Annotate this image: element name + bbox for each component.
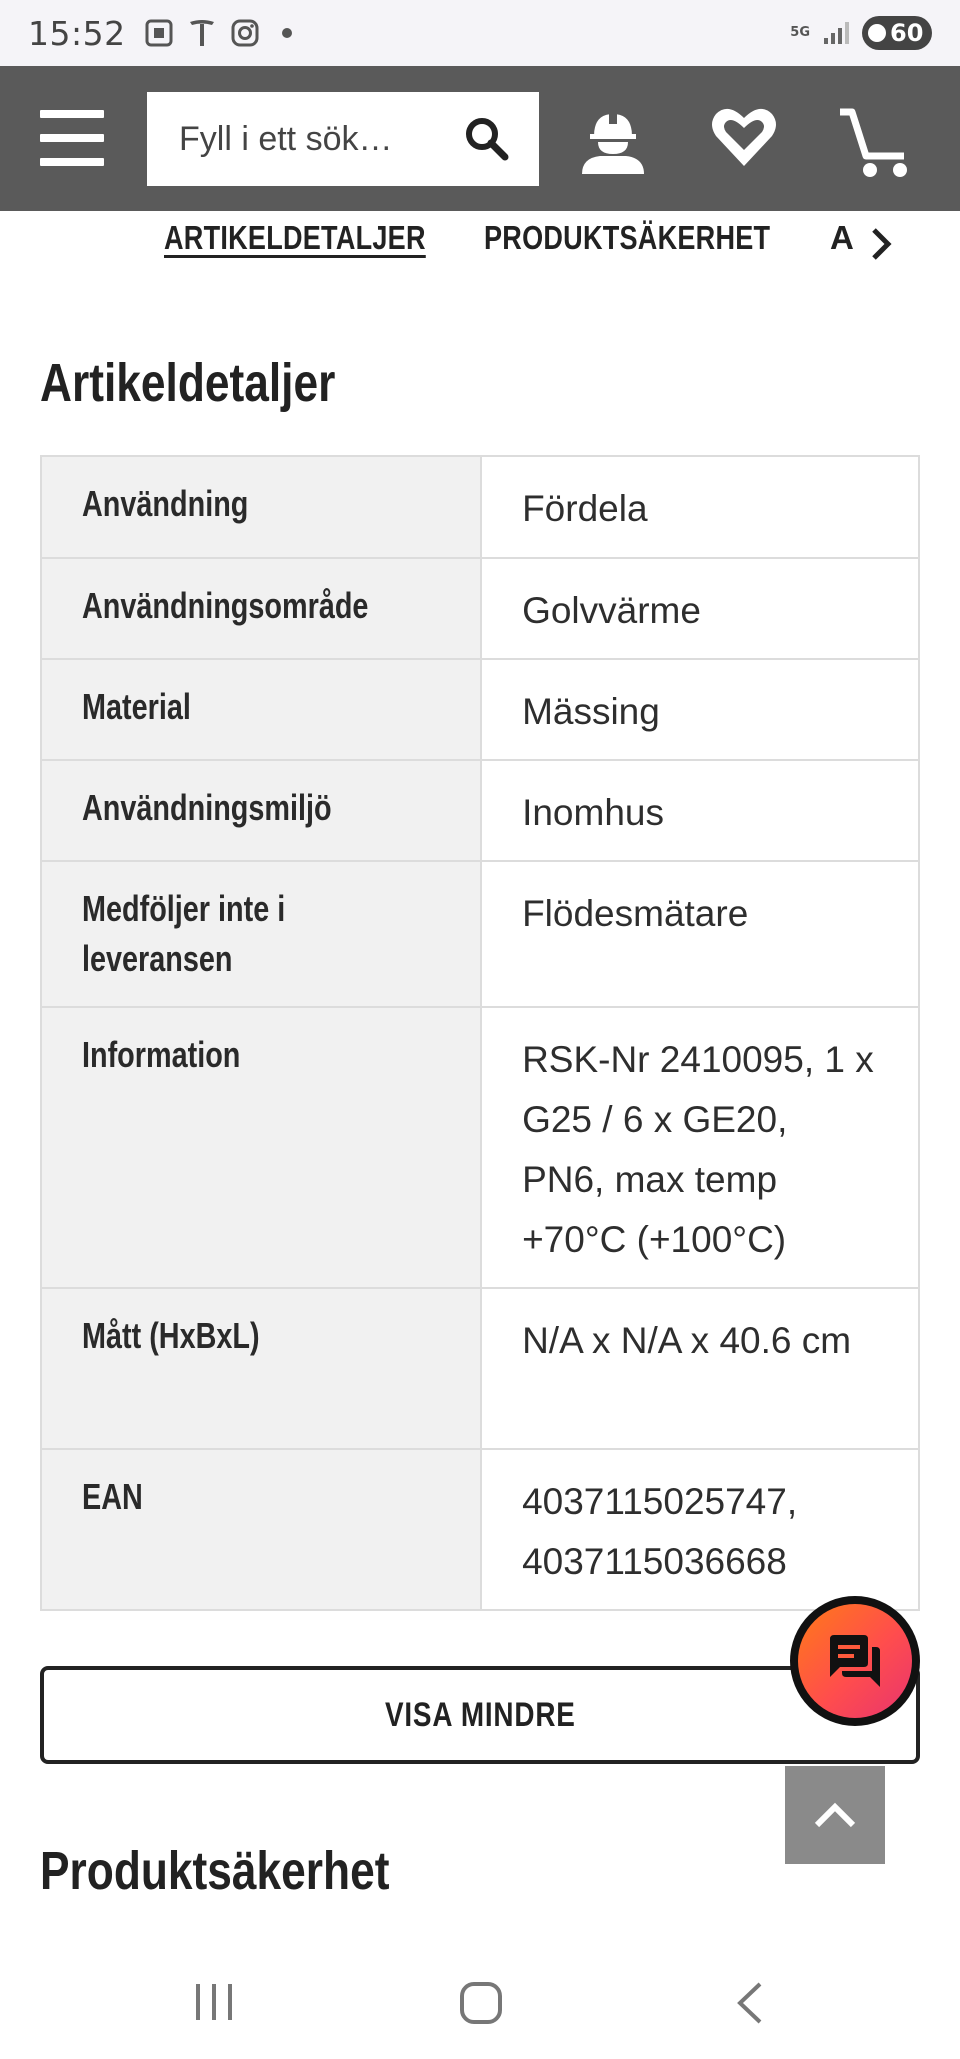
favorites-heart-icon[interactable] (708, 102, 780, 174)
row-key-cell: Användningsområde (39, 557, 483, 660)
row-key: Mått (HxBxL) (82, 1315, 260, 1356)
row-value-cell: N/A x N/A x 40.6 cm (480, 1287, 920, 1450)
notification-icons (144, 18, 292, 48)
row-key: Medföljer inte i leveransen (82, 888, 286, 979)
tab-more[interactable]: A (830, 219, 870, 257)
tab-produktsakerhet[interactable]: PRODUKTSÄKERHET (484, 219, 770, 257)
table-row: Användningsmiljö Inomhus (39, 759, 920, 862)
table-row: EAN 4037115025747, 4037115036668 (39, 1448, 920, 1611)
row-value-cell: Flödesmätare (480, 860, 920, 1008)
row-value: RSK-Nr 2410095, 1 x G25 / 6 x GE20, PN6,… (522, 1039, 874, 1260)
chat-button[interactable] (790, 1596, 920, 1726)
instagram-icon (231, 19, 259, 47)
row-key-cell: Material (39, 658, 483, 761)
hamburger-icon (40, 110, 104, 118)
chevron-up-icon (814, 1802, 856, 1828)
section-title-produktsakerhet: Produktsäkerhet (40, 1841, 390, 1901)
back-to-top-button[interactable] (785, 1766, 885, 1864)
row-value: Inomhus (522, 792, 664, 833)
home-icon[interactable] (458, 1980, 504, 2026)
chat-icon (830, 1635, 880, 1687)
account-icon[interactable] (576, 102, 650, 176)
row-key-cell: Information (39, 1006, 483, 1289)
row-value: Mässing (522, 691, 660, 732)
back-icon[interactable] (730, 1980, 770, 2026)
row-value: Golvvärme (522, 590, 701, 631)
row-key-cell: EAN (39, 1448, 483, 1611)
table-row: Material Mässing (39, 658, 920, 761)
chevron-right-icon[interactable] (866, 224, 896, 264)
row-value: Flödesmätare (522, 893, 749, 934)
recent-apps-icon[interactable] (192, 1980, 236, 2024)
tesla-icon (189, 20, 214, 46)
screenshot-icon (145, 19, 173, 47)
row-value-cell: RSK-Nr 2410095, 1 x G25 / 6 x GE20, PN6,… (480, 1006, 920, 1289)
row-key: Användningsområde (82, 585, 369, 626)
more-notifications-dot (281, 28, 292, 38)
status-bar: 15:52 5G 60 (0, 0, 960, 66)
status-time: 15:52 (28, 13, 126, 53)
search-box (147, 92, 539, 186)
cart-icon[interactable] (838, 106, 914, 180)
site-header (0, 66, 960, 211)
search-input[interactable] (179, 119, 479, 159)
row-key-cell: Användning (39, 455, 483, 559)
row-key: Användningsmiljö (82, 787, 332, 828)
row-key-cell: Användningsmiljö (39, 759, 483, 862)
row-value-cell: Mässing (480, 658, 920, 761)
power-saving-icon (868, 24, 886, 42)
row-key-cell: Medföljer inte i leveransen (39, 860, 483, 1008)
table-row: Användning Fördela (39, 455, 920, 559)
hamburger-line (40, 158, 104, 166)
battery-level: 60 (890, 19, 924, 47)
table-row: Mått (HxBxL) N/A x N/A x 40.6 cm (39, 1287, 920, 1450)
row-value: N/A x N/A x 40.6 cm (522, 1320, 852, 1361)
row-key: Information (82, 1034, 241, 1075)
table-row: Information RSK-Nr 2410095, 1 x G25 / 6 … (39, 1006, 920, 1289)
section-tabs: ARTIKELDETALJER PRODUKTSÄKERHET A (0, 211, 960, 281)
row-value: 4037115025747, 4037115036668 (522, 1481, 798, 1582)
menu-button[interactable] (40, 110, 104, 166)
table-row: Användningsområde Golvvärme (39, 557, 920, 660)
network-type: 5G (790, 25, 810, 40)
system-nav-bar (0, 1940, 960, 2059)
show-less-label: VISA MINDRE (384, 1695, 576, 1734)
row-value-cell: Inomhus (480, 759, 920, 862)
row-key: EAN (82, 1476, 143, 1517)
row-value-cell: Golvvärme (480, 557, 920, 660)
row-value: Fördela (522, 488, 648, 529)
details-table: Användning Fördela Användningsområde Gol… (39, 455, 920, 1611)
signal-icon (824, 22, 849, 44)
row-value-cell: Fördela (480, 455, 920, 559)
system-status: 5G 60 (790, 16, 932, 50)
row-value-cell: 4037115025747, 4037115036668 (480, 1448, 920, 1611)
show-less-button[interactable]: VISA MINDRE (40, 1666, 920, 1764)
hamburger-line (40, 134, 104, 142)
section-title-artikeldetaljer: Artikeldetaljer (40, 353, 336, 413)
row-key: Material (82, 686, 191, 727)
battery-indicator: 60 (862, 16, 932, 50)
row-key-cell: Mått (HxBxL) (39, 1287, 483, 1450)
search-icon[interactable] (463, 115, 511, 163)
chat-button-inner (798, 1604, 912, 1718)
row-key: Användning (82, 483, 249, 524)
table-row: Medföljer inte i leveransen Flödesmätare (39, 860, 920, 1008)
tab-artikeldetaljer[interactable]: ARTIKELDETALJER (164, 219, 426, 257)
